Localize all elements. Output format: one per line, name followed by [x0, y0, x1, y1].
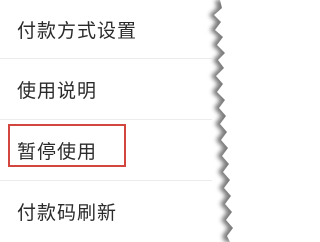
more-options-menu: 付款方式设置 使用说明 暂停使用 付款码刷新 — [0, 0, 240, 242]
menu-item-refresh-payment-code[interactable]: 付款码刷新 — [0, 181, 212, 241]
menu-item-instructions[interactable]: 使用说明 — [0, 59, 212, 119]
menu-item-label: 付款码刷新 — [17, 201, 118, 224]
menu-item-label: 付款方式设置 — [17, 19, 138, 42]
menu-item-payment-method-settings[interactable]: 付款方式设置 — [0, 0, 212, 58]
menu-item-label: 使用说明 — [17, 79, 98, 102]
screenshot-canvas: 付款方式设置 使用说明 暂停使用 付款码刷新 — [0, 0, 240, 242]
highlight-annotation-box — [8, 124, 126, 167]
